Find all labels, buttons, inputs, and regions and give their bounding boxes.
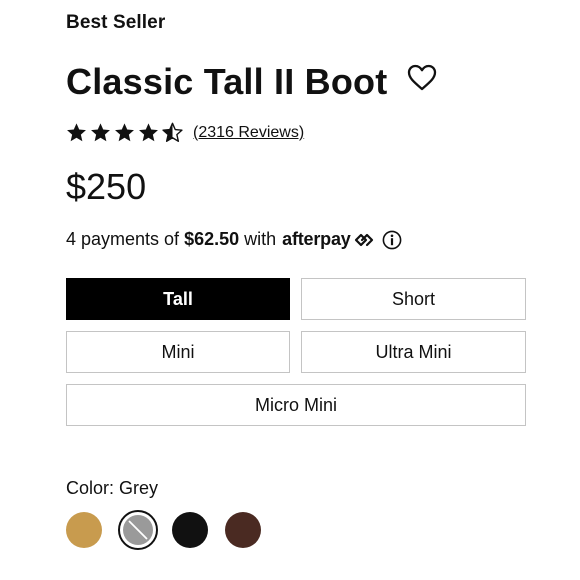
- afterpay-arrows-icon: [353, 232, 375, 248]
- star-icon: [114, 122, 135, 143]
- installments-prefix: 4 payments of: [66, 229, 180, 249]
- heart-icon[interactable]: [407, 64, 437, 92]
- swatch-grey[interactable]: [118, 510, 158, 550]
- info-icon[interactable]: [382, 230, 402, 250]
- afterpay-wordmark: afterpay: [282, 229, 351, 249]
- swatch-grey-selected-mark: [128, 520, 148, 540]
- installments-middle: with: [244, 229, 277, 249]
- size-option-mini[interactable]: Mini: [66, 331, 290, 373]
- star-half-icon: [162, 122, 183, 143]
- size-option-micro-mini[interactable]: Micro Mini: [66, 384, 526, 426]
- swatch-black[interactable]: [172, 512, 208, 548]
- installment-amount: $62.50: [184, 229, 240, 249]
- size-option-ultra-mini[interactable]: Ultra Mini: [301, 331, 526, 373]
- swatch-chocolate[interactable]: [225, 512, 261, 548]
- reviews-link[interactable]: (2316 Reviews): [193, 124, 304, 142]
- size-option-short[interactable]: Short: [301, 278, 526, 320]
- star-rating: [66, 122, 183, 143]
- star-icon: [90, 122, 111, 143]
- product-title: Classic Tall II Boot: [66, 61, 388, 102]
- rating-row: (2316 Reviews): [66, 122, 304, 143]
- best-seller-badge: Best Seller: [66, 12, 166, 33]
- product-price: $250: [66, 166, 147, 207]
- afterpay-logo: afterpay: [282, 229, 374, 250]
- star-icon: [66, 122, 87, 143]
- title-row: Classic Tall II Boot: [66, 60, 437, 104]
- size-option-tall[interactable]: Tall: [66, 278, 290, 320]
- color-label: Color: Grey: [66, 478, 159, 498]
- star-icon: [138, 122, 159, 143]
- swatch-chestnut[interactable]: [66, 512, 102, 548]
- afterpay-installments: 4 payments of $62.50 with afterpay: [66, 229, 402, 250]
